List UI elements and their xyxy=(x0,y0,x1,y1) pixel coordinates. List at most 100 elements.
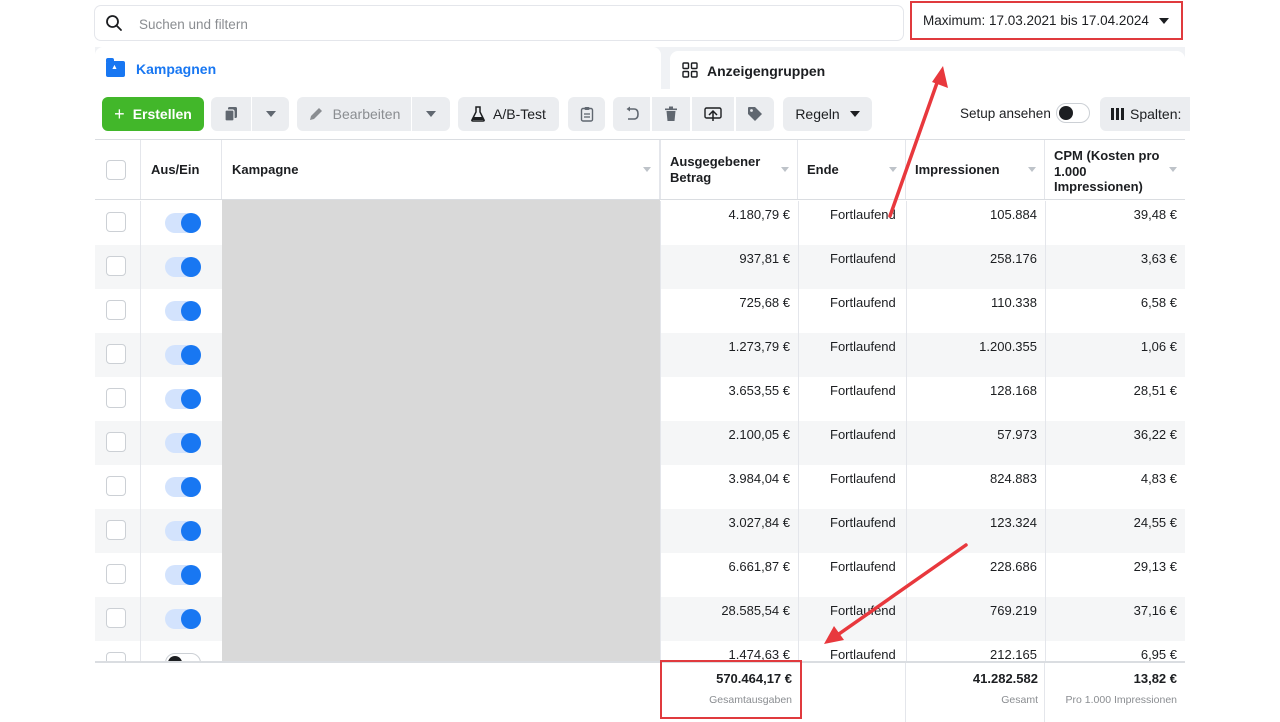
ab-test-label: A/B-Test xyxy=(493,106,546,122)
campaign-toggle[interactable] xyxy=(165,565,201,585)
campaign-toggle[interactable] xyxy=(165,213,201,233)
duplicate-button[interactable] xyxy=(211,97,251,131)
impressions-cell: 110.338 xyxy=(906,289,1045,333)
column-header-on-off[interactable]: Aus/Ein xyxy=(141,140,222,199)
row-checkbox[interactable] xyxy=(106,212,126,232)
row-checkbox[interactable] xyxy=(106,388,126,408)
create-button-label: Erstellen xyxy=(132,106,192,122)
date-range-picker[interactable]: Maximum: 17.03.2021 bis 17.04.2024 xyxy=(910,1,1183,40)
search-icon xyxy=(106,15,122,31)
end-cell: Fortlaufend xyxy=(798,421,906,465)
cpm-cell: 6,58 € xyxy=(1045,289,1185,333)
row-divider xyxy=(140,597,141,641)
sort-icon xyxy=(643,167,651,172)
undo-button[interactable] xyxy=(613,97,650,131)
campaign-folder-icon xyxy=(106,58,125,77)
spent-cell: 3.653,55 € xyxy=(660,377,798,421)
column-header-cpm-line2: 1.000 xyxy=(1054,163,1087,179)
campaign-toggle[interactable] xyxy=(165,389,201,409)
end-cell: Fortlaufend xyxy=(798,509,906,553)
campaign-toggle[interactable] xyxy=(165,477,201,497)
campaign-toggle[interactable] xyxy=(165,345,201,365)
campaign-toggle[interactable] xyxy=(165,521,201,541)
column-header-spent-line1: Ausgegebener xyxy=(670,154,761,169)
cpm-cell: 24,55 € xyxy=(1045,509,1185,553)
select-all-checkbox[interactable] xyxy=(106,160,126,180)
cpm-cell: 28,51 € xyxy=(1045,377,1185,421)
tab-kampagnen-label: Kampagnen xyxy=(136,61,217,77)
table-header: Aus/Ein Kampagne Ausgegebener Betrag End… xyxy=(95,139,1185,200)
row-divider xyxy=(140,465,141,509)
row-divider xyxy=(140,245,141,289)
pencil-icon xyxy=(309,108,322,120)
spent-cell: 3.027,84 € xyxy=(660,509,798,553)
column-header-cpm-line1: CPM (Kosten pro xyxy=(1054,148,1160,163)
chevron-down-icon xyxy=(1159,18,1169,24)
impressions-cell: 1.200.355 xyxy=(906,333,1045,377)
end-cell: Fortlaufend xyxy=(798,201,906,245)
duplicate-dropdown[interactable] xyxy=(252,97,289,131)
ab-test-button[interactable]: A/B-Test xyxy=(458,97,559,131)
create-button[interactable]: + Erstellen xyxy=(102,97,204,131)
impressions-cell: 57.973 xyxy=(906,421,1045,465)
sort-icon xyxy=(1169,167,1177,172)
row-checkbox[interactable] xyxy=(106,476,126,496)
delete-button[interactable] xyxy=(652,97,690,131)
impressions-cell: 128.168 xyxy=(906,377,1045,421)
row-divider xyxy=(140,553,141,597)
total-impressions-label: Gesamt xyxy=(1001,694,1038,706)
end-cell: Fortlaufend xyxy=(798,377,906,421)
setup-view-toggle[interactable] xyxy=(1056,103,1090,123)
row-checkbox[interactable] xyxy=(106,256,126,276)
column-header-cpm[interactable]: CPM (Kosten pro 1.000 Impressionen) xyxy=(1045,140,1185,199)
campaign-toggle[interactable] xyxy=(165,609,201,629)
chevron-down-icon xyxy=(265,111,276,117)
grid-icon xyxy=(682,62,698,78)
plus-icon: + xyxy=(114,103,125,124)
edit-dropdown[interactable] xyxy=(412,97,450,131)
tab-anzeigengruppen-label: Anzeigengruppen xyxy=(707,63,826,79)
campaign-toggle[interactable] xyxy=(165,301,201,321)
row-divider xyxy=(140,377,141,421)
row-checkbox[interactable] xyxy=(106,344,126,364)
row-checkbox[interactable] xyxy=(106,564,126,584)
redacted-campaign-names xyxy=(222,200,660,720)
search-input[interactable] xyxy=(137,13,841,35)
column-header-cpm-line3: Impressionen) xyxy=(1054,179,1143,194)
row-checkbox[interactable] xyxy=(106,432,126,452)
row-checkbox[interactable] xyxy=(106,300,126,320)
campaign-toggle[interactable] xyxy=(165,257,201,277)
cpm-cell: 4,83 € xyxy=(1045,465,1185,509)
end-cell: Fortlaufend xyxy=(798,597,906,641)
row-divider xyxy=(140,333,141,377)
column-header-end[interactable]: Ende xyxy=(798,140,906,199)
tag-button[interactable] xyxy=(736,97,774,131)
columns-button[interactable]: Spalten: xyxy=(1100,97,1190,131)
export-button[interactable] xyxy=(692,97,734,131)
campaign-toggle[interactable] xyxy=(165,433,201,453)
spent-cell: 2.100,05 € xyxy=(660,421,798,465)
edit-button-label: Bearbeiten xyxy=(332,106,401,122)
row-checkbox[interactable] xyxy=(106,520,126,540)
column-header-impressions[interactable]: Impressionen xyxy=(906,140,1045,199)
edit-button[interactable]: Bearbeiten xyxy=(297,97,411,131)
columns-button-label: Spalten: xyxy=(1130,106,1182,122)
row-divider xyxy=(140,201,141,245)
cpm-cell: 1,06 € xyxy=(1045,333,1185,377)
rules-button-label: Regeln xyxy=(795,106,840,122)
total-spent-highlight xyxy=(660,660,802,719)
search-bar[interactable] xyxy=(95,6,903,40)
column-header-campaign[interactable]: Kampagne xyxy=(222,140,660,199)
flask-icon xyxy=(471,106,485,122)
select-all-cell xyxy=(95,140,141,199)
tab-anzeigengruppen[interactable]: Anzeigengruppen xyxy=(670,51,1185,89)
cpm-cell: 39,48 € xyxy=(1045,201,1185,245)
rules-button[interactable]: Regeln xyxy=(783,97,872,131)
column-header-spent[interactable]: Ausgegebener Betrag xyxy=(660,140,798,199)
row-checkbox[interactable] xyxy=(106,608,126,628)
tab-kampagnen[interactable]: Kampagnen xyxy=(95,47,661,92)
row-divider xyxy=(140,421,141,465)
end-cell: Fortlaufend xyxy=(798,465,906,509)
clipboard-button[interactable] xyxy=(568,97,605,131)
spent-cell: 3.984,04 € xyxy=(660,465,798,509)
